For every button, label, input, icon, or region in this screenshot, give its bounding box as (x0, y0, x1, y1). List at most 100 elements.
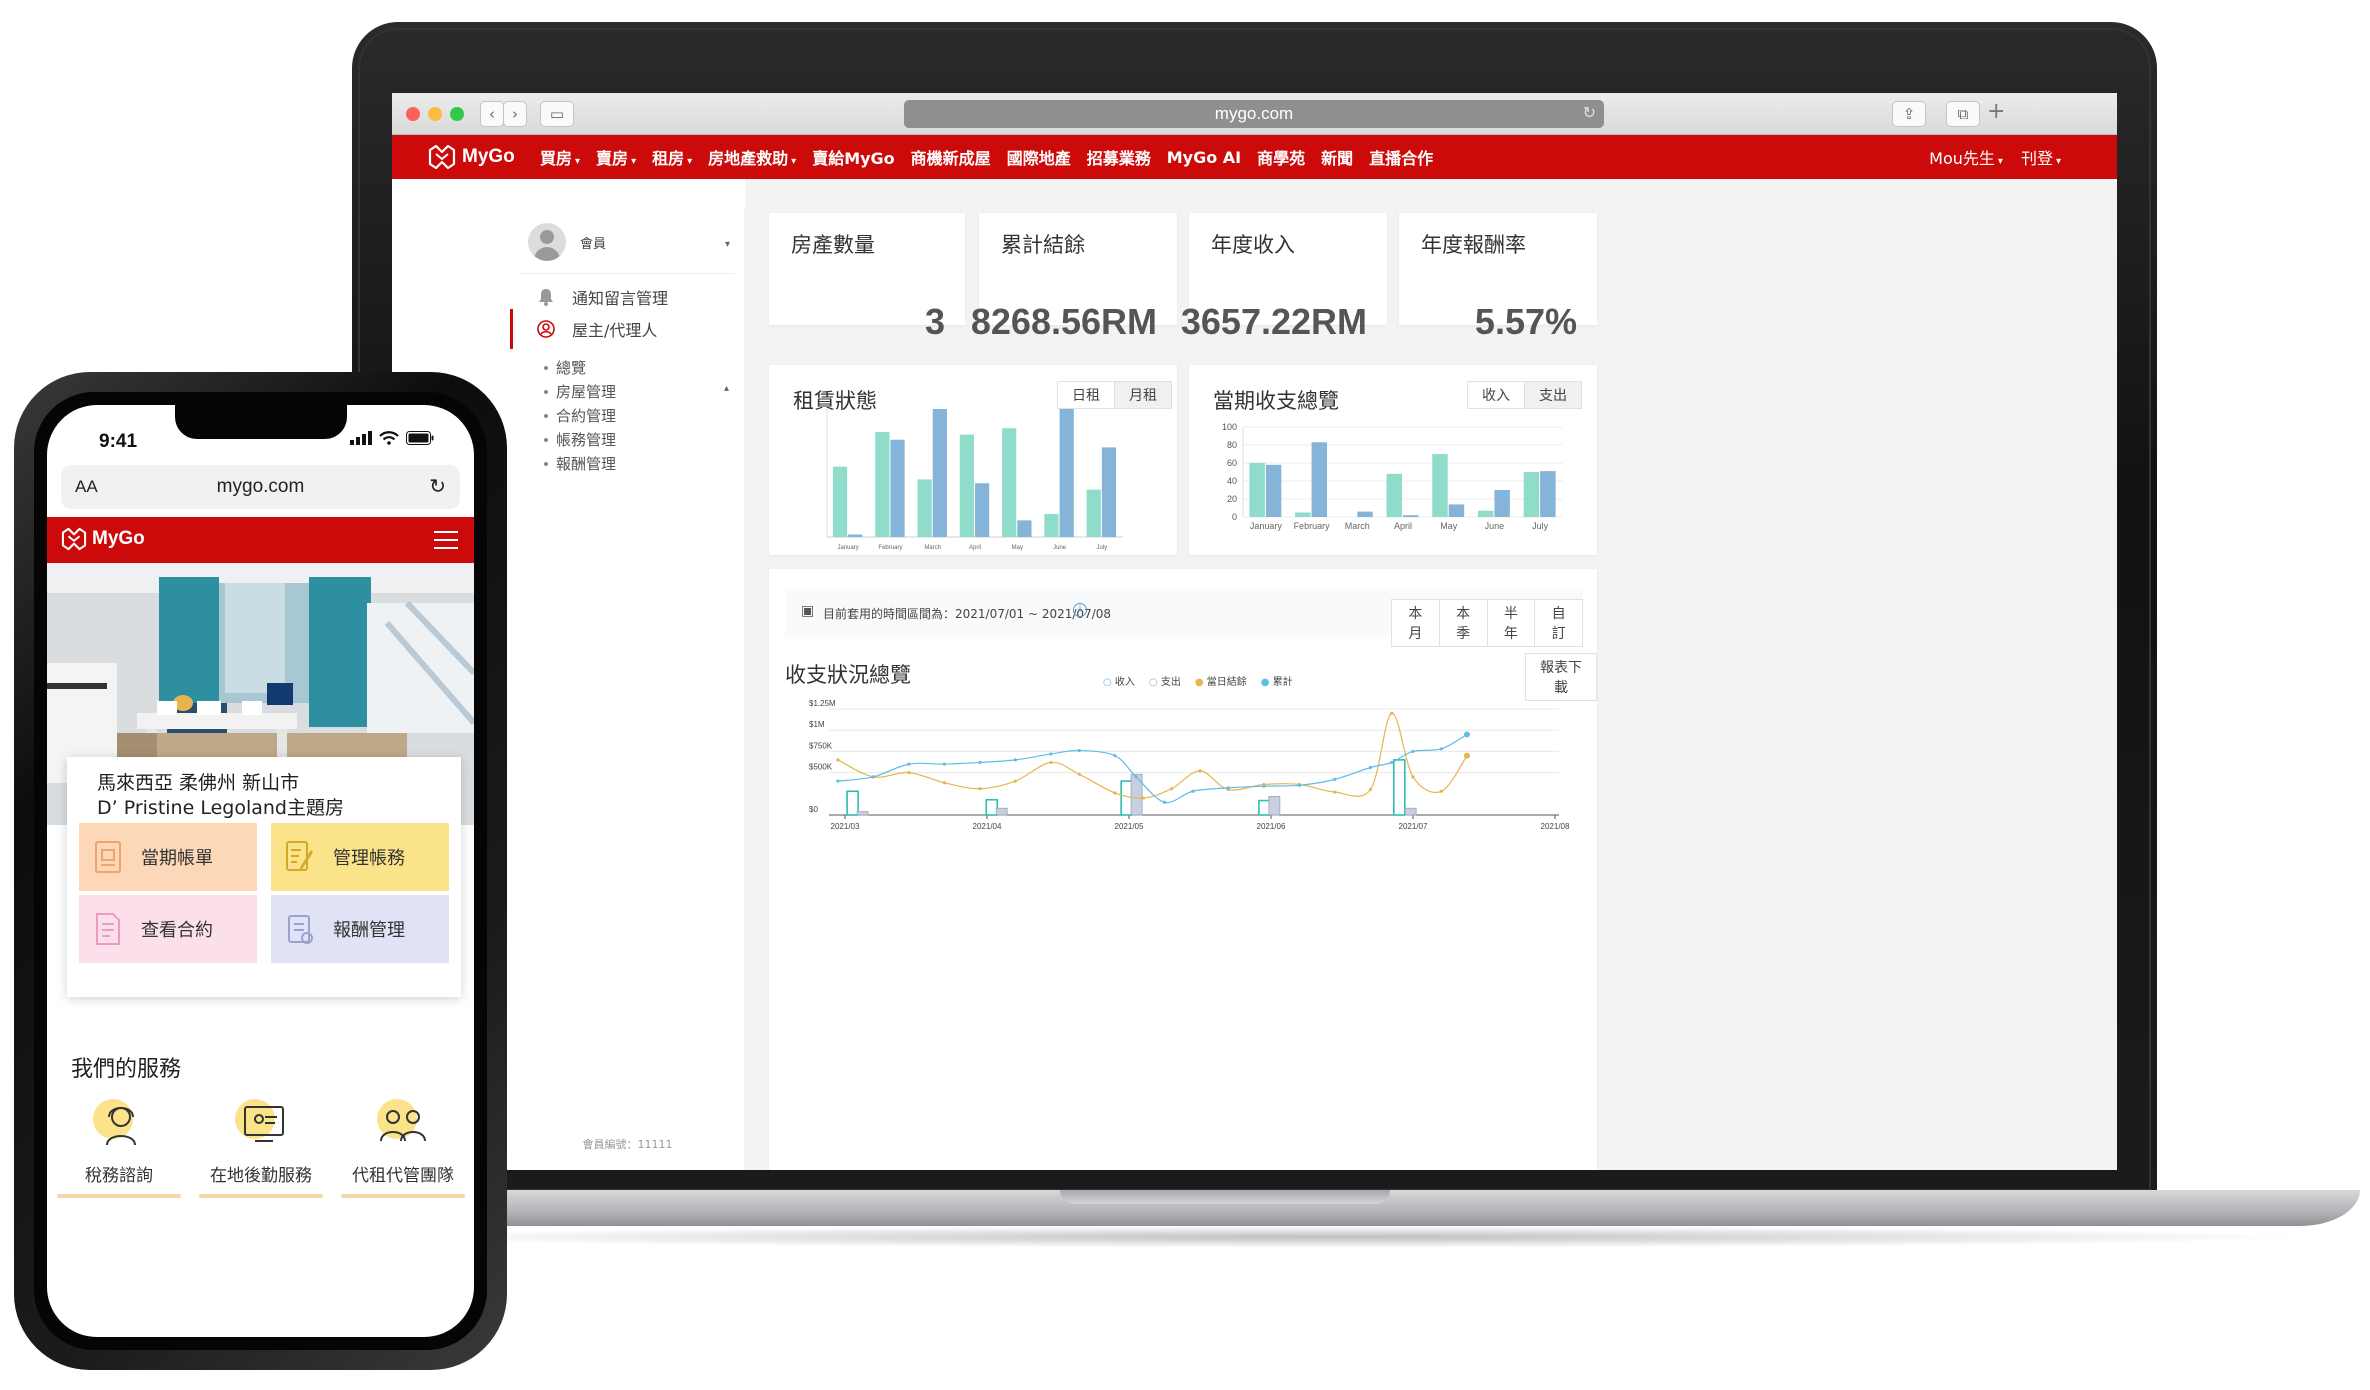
service-local-logistics[interactable]: 在地後勤服務 (199, 1095, 323, 1198)
sidebar-item-notifications[interactable]: 通知留言管理 (536, 285, 668, 309)
range-custom-button[interactable]: 自訂 (1535, 599, 1583, 647)
tabs-icon[interactable]: ⧉ (1946, 101, 1980, 127)
service-tax-consulting[interactable]: 稅務諮詢 (57, 1095, 181, 1198)
sidebar-item-label: 通知留言管理 (572, 289, 669, 308)
info-icon[interactable]: i (1073, 603, 1087, 617)
nav-item-0[interactable]: 買房 ▾ (540, 145, 580, 169)
mobile-brand-logo[interactable]: MyGo (61, 527, 145, 551)
address-bar[interactable]: mygo.com ↻ (904, 100, 1604, 128)
daily-balance-point (1333, 790, 1337, 794)
x-tick-label: 2021/06 (1257, 822, 1286, 831)
cumulative-point (836, 779, 840, 783)
tile-view-contract[interactable]: 查看合約 (79, 895, 257, 963)
maximize-window-dot[interactable] (450, 107, 464, 121)
tile-label: 報酬管理 (333, 920, 405, 941)
nav-item-9[interactable]: 商學苑 (1257, 145, 1305, 169)
status-time: 9:41 (99, 431, 138, 452)
close-window-dot[interactable] (406, 107, 420, 121)
daily-balance-point (1439, 789, 1443, 793)
nav-item-1[interactable]: 賣房 ▾ (596, 145, 636, 169)
x-tick-label: 2021/04 (973, 822, 1002, 831)
mobile-address-text: mygo.com (216, 476, 305, 497)
range-this-quarter-button[interactable]: 本季 (1439, 599, 1488, 647)
minimize-window-dot[interactable] (428, 107, 442, 121)
cumulative-point (1226, 786, 1230, 790)
battery-icon (406, 431, 434, 445)
cumulative-point (978, 760, 982, 765)
tile-returns-management[interactable]: 報酬管理 (271, 895, 449, 963)
cumulative-point (1411, 749, 1415, 753)
hamburger-menu-icon[interactable] (434, 531, 458, 549)
forward-icon[interactable]: › (503, 101, 527, 127)
cumulative-point (1191, 789, 1195, 793)
legend-income[interactable]: ○ 收入 (1103, 673, 1135, 688)
service-rental-management[interactable]: 代租代管團隊 (341, 1095, 465, 1198)
nav-item-4[interactable]: 賣給MyGo (812, 145, 894, 169)
sidebar-subitem-accounts[interactable]: 帳務管理 (544, 429, 616, 450)
share-icon[interactable]: ⇪ (1892, 101, 1926, 127)
nav-item-6[interactable]: 國際地產 (1007, 145, 1071, 169)
reload-icon[interactable]: ↻ (429, 474, 446, 498)
bar (1523, 472, 1540, 517)
sidebar-subitem-returns[interactable]: 報酬管理 (544, 453, 616, 474)
legend-expense[interactable]: ○ 支出 (1149, 673, 1181, 688)
bar (917, 479, 932, 537)
sidebar-toggle-icon[interactable]: ▭ (540, 101, 574, 127)
nav-item-7[interactable]: 招募業務 (1087, 145, 1151, 169)
new-tab-icon[interactable]: + (1987, 99, 2005, 124)
nav-item-8[interactable]: MyGo AI (1167, 148, 1241, 167)
income-bar (985, 798, 999, 816)
mobile-address-bar[interactable]: AA mygo.com ↻ (61, 465, 460, 509)
publish-dropdown[interactable]: 刊登 ▾ (2021, 145, 2061, 169)
chevron-down-icon: ▾ (687, 156, 693, 167)
nav-item-5[interactable]: 商機新成屋 (911, 145, 991, 169)
sidebar-subitem-overview[interactable]: 總覽 (544, 357, 586, 378)
stat-card-balance: 累計結餘 8268.56RM (971, 213, 1177, 342)
avatar (528, 223, 566, 261)
sidebar-item-owner-agent[interactable]: 屋主/代理人 (510, 309, 657, 349)
nav-item-10[interactable]: 新聞 (1321, 145, 1353, 169)
tile-current-bill[interactable]: 當期帳單 (79, 823, 257, 891)
sidebar-subitem-houses[interactable]: 房屋管理 (544, 381, 616, 402)
range-selector: 本月 本季 半年 自訂 (1391, 599, 1583, 647)
bar (1477, 510, 1494, 517)
dashboard-sidebar: 會員 ▾ 通知留言管理 屋主/代理人 ▴ 總覽 房屋管理 合約管理 帳務管理 報… (510, 209, 745, 1170)
nav-item-2[interactable]: 租房 ▾ (652, 145, 692, 169)
rental-bar-chart: January February March April May June July (826, 409, 1123, 551)
income-button[interactable]: 收入 (1467, 381, 1525, 409)
expense-bar (995, 807, 1008, 816)
bar (1002, 428, 1017, 537)
x-tick-label: June (1053, 545, 1067, 551)
y-tick-label: $750K (809, 741, 833, 750)
range-half-year-button[interactable]: 半年 (1487, 599, 1536, 647)
x-tick-label: March (924, 545, 941, 551)
bar (832, 466, 848, 537)
chevron-up-icon[interactable]: ▴ (724, 383, 729, 394)
bar (1357, 511, 1373, 517)
nav-item-11[interactable]: 直播合作 (1369, 145, 1433, 169)
x-tick-label: May (1012, 545, 1023, 551)
y-tick-label: 100 (1222, 422, 1237, 432)
user-menu: Mou先生 ▾ 刊登 ▾ (1929, 135, 2061, 179)
reload-icon[interactable]: ↻ (1583, 100, 1596, 128)
tile-manage-accounts[interactable]: 管理帳務 (271, 823, 449, 891)
x-tick-label: 2021/03 (831, 822, 860, 831)
daily-rent-button[interactable]: 日租 (1057, 381, 1115, 409)
chevron-down-icon: ▾ (575, 156, 581, 167)
legend-daily-balance[interactable]: ● 當日結餘 (1195, 673, 1247, 688)
user-dropdown[interactable]: Mou先生 ▾ (1929, 145, 2003, 169)
y-tick-label: 0 (1232, 512, 1237, 522)
range-this-month-button[interactable]: 本月 (1391, 599, 1440, 647)
back-icon[interactable]: ‹ (480, 101, 504, 127)
y-tick-label: 60 (1227, 458, 1237, 468)
member-dropdown[interactable]: 會員 (528, 223, 606, 261)
bar (1494, 490, 1510, 517)
legend-cumulative[interactable]: ● 累計 (1261, 673, 1293, 688)
brand-logo[interactable]: MyGo (428, 143, 515, 171)
nav-item-3[interactable]: 房地產救助 ▾ (708, 145, 796, 169)
cumulative-point (1333, 777, 1337, 781)
expense-button[interactable]: 支出 (1525, 381, 1582, 409)
monthly-rent-button[interactable]: 月租 (1115, 381, 1172, 409)
sidebar-subitem-contracts[interactable]: 合約管理 (544, 405, 616, 426)
chevron-down-icon[interactable]: ▾ (725, 239, 730, 250)
